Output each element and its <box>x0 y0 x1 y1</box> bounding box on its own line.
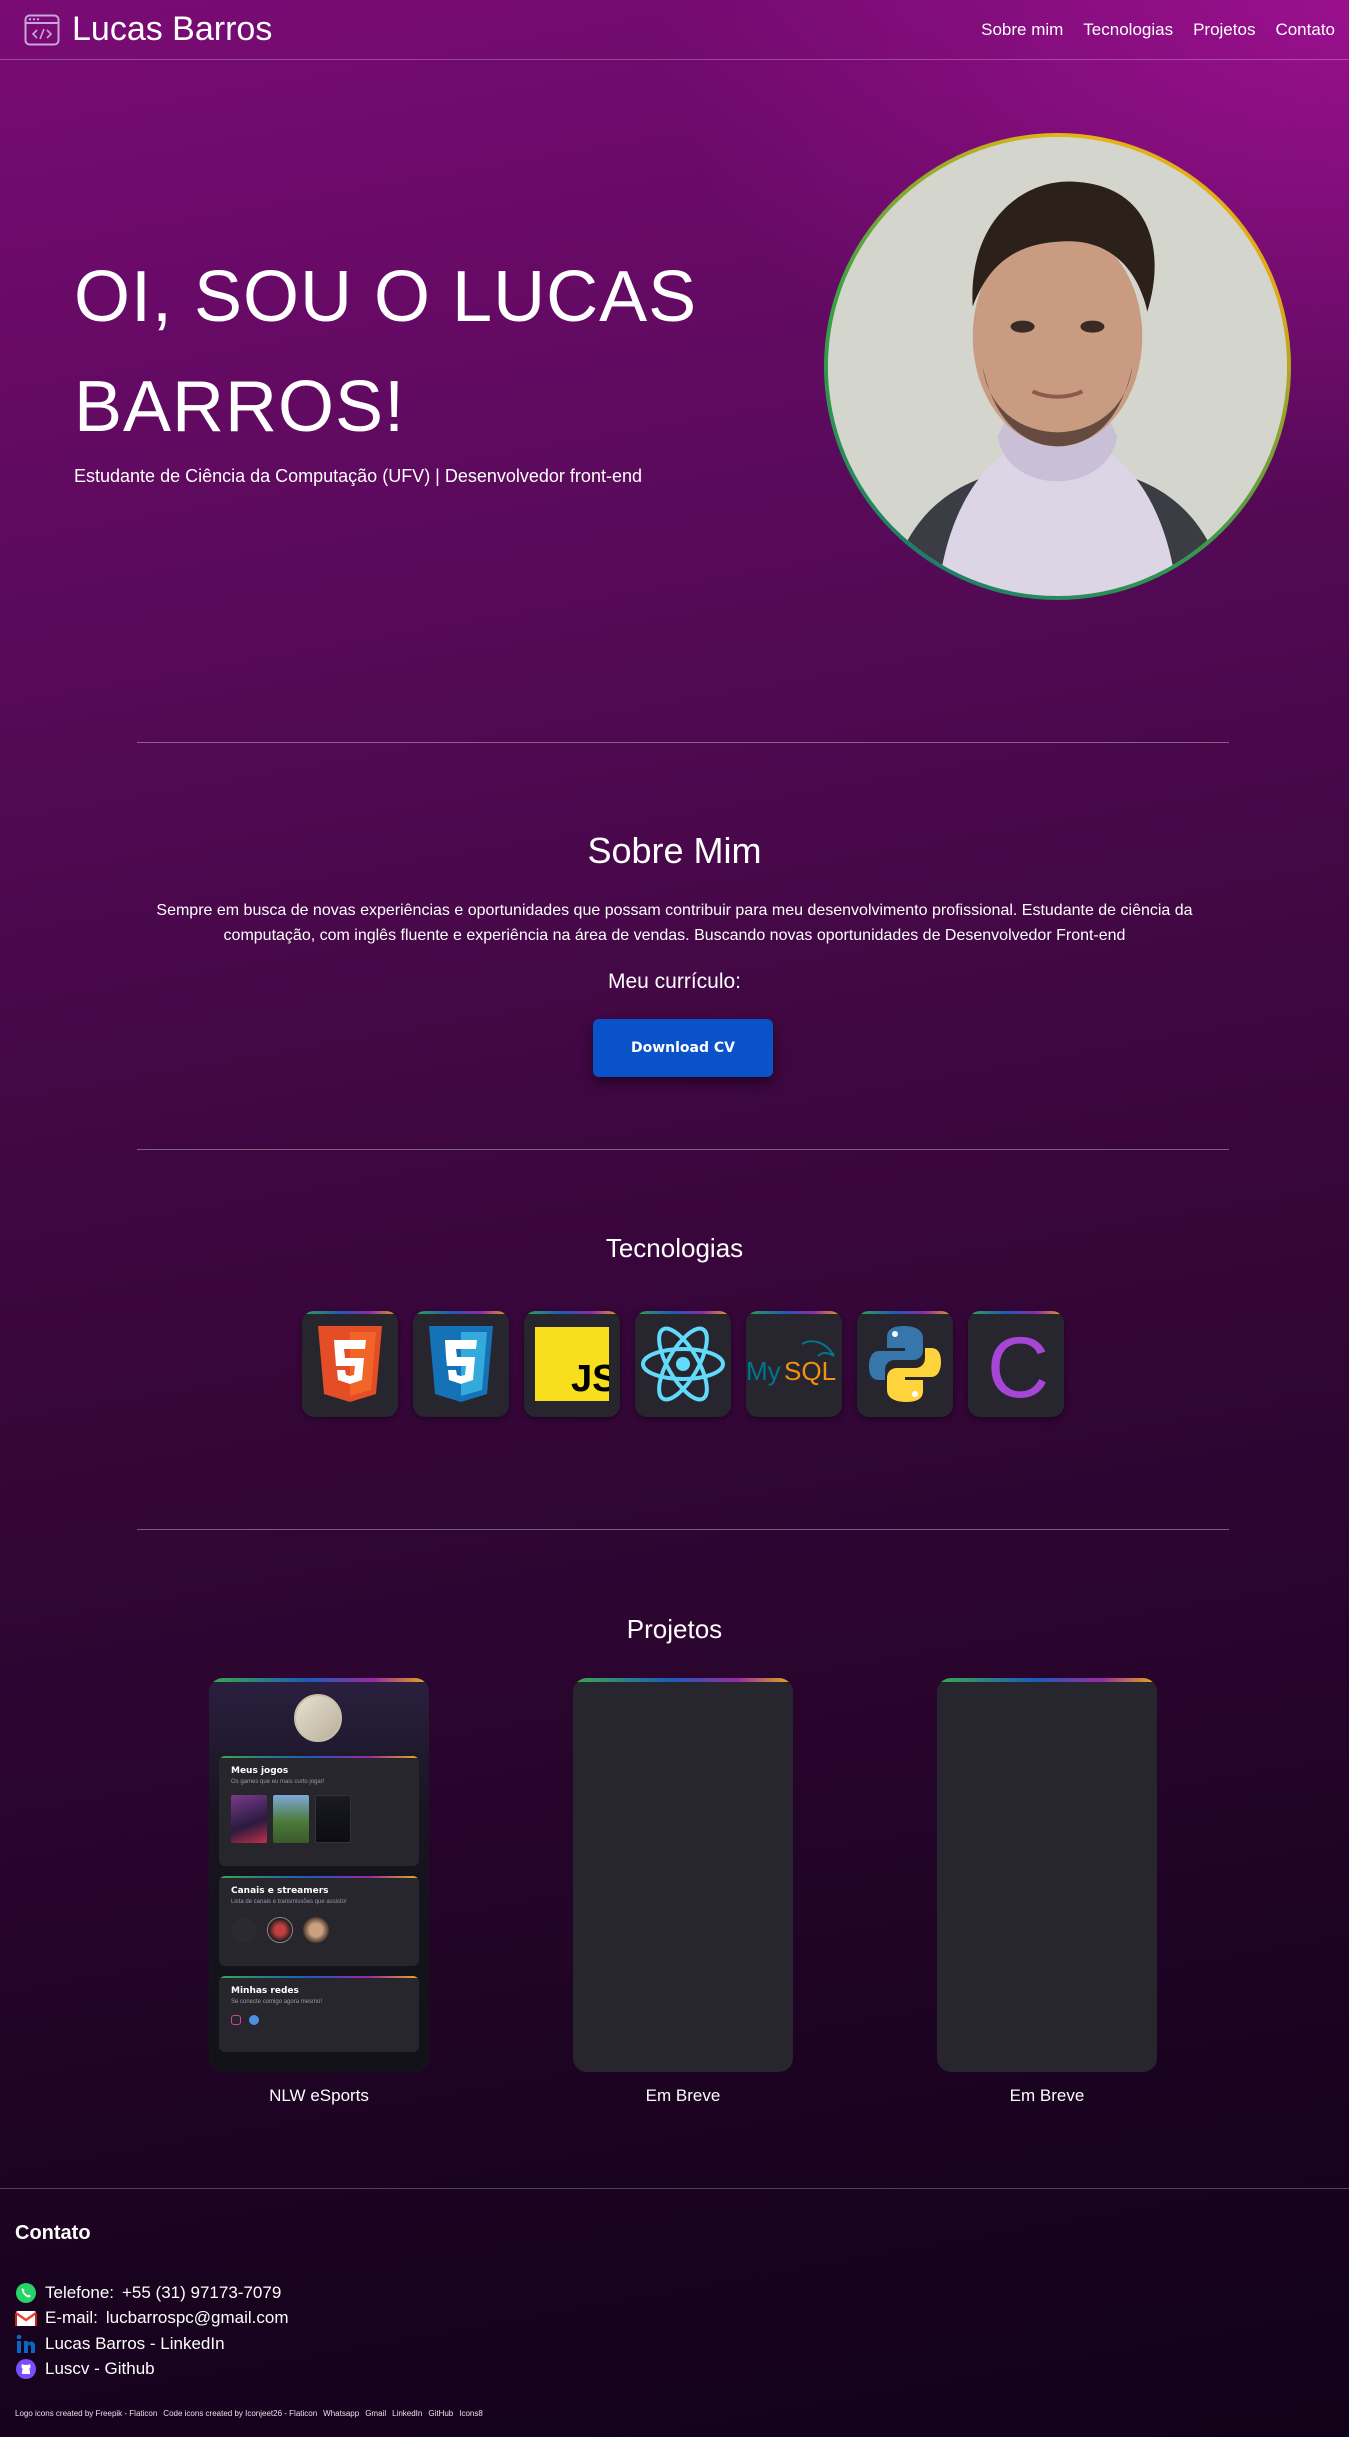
preview-games-subtitle: Os games que eu mais curto jogar! <box>231 1779 325 1785</box>
streamer-avatar <box>231 1917 257 1943</box>
section-divider <box>137 1149 1229 1150</box>
gmail-icon <box>15 2311 37 2327</box>
streamer-avatar <box>303 1917 329 1943</box>
tech-card-mysql: My SQL <box>746 1311 842 1417</box>
twitter-icon <box>249 2015 259 2025</box>
preview-streamers-box: Canais e streamers Lista de canais e tra… <box>219 1876 419 1966</box>
nav-link-projetos[interactable]: Projetos <box>1193 20 1255 40</box>
tech-card-python <box>857 1311 953 1417</box>
project-label: Em Breve <box>645 2086 721 2105</box>
contact-email[interactable]: E-mail: lucbarrospc@gmail.com <box>15 2306 289 2332</box>
technologies-list: JS My SQL C <box>302 1311 1064 1417</box>
preview-socials-title: Minhas redes <box>231 1986 299 1996</box>
credit-link[interactable]: Code icons created by Iconjeet26 - Flati… <box>163 2409 317 2418</box>
css3-icon <box>429 1326 493 1402</box>
tech-card-html5 <box>302 1311 398 1417</box>
contact-github[interactable]: Luscv - Github <box>15 2357 289 2383</box>
preview-streamers-subtitle: Lista de canais e transmissões que assis… <box>231 1899 347 1905</box>
about-text: Sempre em busca de novas experiências e … <box>156 902 1193 944</box>
streamer-avatar <box>267 1917 293 1943</box>
nav-link-tecnologias[interactable]: Tecnologias <box>1083 20 1173 40</box>
code-window-icon <box>24 14 60 45</box>
github-link[interactable]: Luscv - Github <box>45 2359 155 2379</box>
game-thumbnail <box>273 1795 309 1843</box>
hero-title: OI, SOU O LUCAS BARROS! <box>74 257 698 447</box>
preview-games-box: Meus jogos Os games que eu mais curto jo… <box>219 1756 419 1866</box>
cv-label: Meu currículo: <box>607 970 742 993</box>
c-language-icon: C <box>987 1321 1049 1407</box>
tech-card-react <box>635 1311 731 1417</box>
hero-subtitle: Estudante de Ciência da Computação (UFV)… <box>74 466 642 486</box>
github-icon <box>16 2359 36 2380</box>
download-cv-button[interactable]: Download CV <box>593 1019 773 1077</box>
profile-photo <box>824 133 1291 600</box>
tech-card-c: C <box>968 1311 1064 1417</box>
whatsapp-icon <box>16 2282 36 2303</box>
contact-list: Telefone: +55 (31) 97173-7079 E-mail: lu… <box>15 2280 289 2382</box>
nav-link-sobre-mim[interactable]: Sobre mim <box>981 20 1063 40</box>
email-value: lucbarrospc@gmail.com <box>105 2308 289 2328</box>
python-icon <box>869 1326 941 1402</box>
top-navbar: Lucas Barros Sobre mim Tecnologias Proje… <box>0 0 1349 60</box>
phone-value: +55 (31) 97173-7079 <box>122 2282 282 2302</box>
about-title: Sobre Mim <box>587 830 762 871</box>
preview-socials-subtitle: Se conecte comigo agora mesmo! <box>231 1999 323 2005</box>
mysql-icon-my: My <box>746 1356 781 1386</box>
credit-link[interactable]: Gmail <box>365 2409 386 2418</box>
contact-linkedin[interactable]: Lucas Barros - LinkedIn <box>15 2331 289 2357</box>
c-language-icon-text: C <box>987 1321 1049 1407</box>
mysql-icon-sql: SQL <box>784 1356 836 1386</box>
mysql-icon: My SQL <box>746 1340 836 1386</box>
project-preview-empty[interactable] <box>937 1678 1157 2072</box>
contact-phone[interactable]: Telefone: +55 (31) 97173-7079 <box>15 2280 289 2306</box>
instagram-icon <box>231 2015 241 2025</box>
linkedin-link[interactable]: Lucas Barros - LinkedIn <box>45 2334 225 2354</box>
project-card-coming-soon[interactable]: Em Breve <box>573 1678 793 2106</box>
brand-name: Lucas Barros <box>72 10 273 48</box>
tech-card-css3 <box>413 1311 509 1417</box>
preview-games-title: Meus jogos <box>231 1766 289 1776</box>
nav-link-contato[interactable]: Contato <box>1275 20 1335 40</box>
main-nav: Sobre mim Tecnologias Projetos Contato <box>981 20 1335 40</box>
game-thumbnail <box>231 1795 267 1843</box>
email-label: E-mail: <box>45 2308 98 2328</box>
project-label: Em Breve <box>1009 2086 1085 2105</box>
credit-link[interactable]: LinkedIn <box>392 2409 422 2418</box>
project-label: NLW eSports <box>269 2086 369 2105</box>
project-preview-empty[interactable] <box>573 1678 793 2072</box>
contact-title: Contato <box>15 2222 91 2244</box>
linkedin-icon <box>16 2334 35 2353</box>
phone-label: Telefone: <box>45 2282 114 2302</box>
game-thumbnail <box>315 1795 351 1843</box>
credit-link[interactable]: GitHub <box>428 2409 453 2418</box>
section-divider <box>137 742 1229 743</box>
credit-link[interactable]: Logo icons created by Freepik - Flaticon <box>15 2409 157 2418</box>
preview-streamers-title: Canais e streamers <box>231 1886 329 1896</box>
preview-socials-box: Minhas redes Se conecte comigo agora mes… <box>219 1976 419 2052</box>
project-card-nlw-esports[interactable]: Meus jogos Os games que eu mais curto jo… <box>209 1678 429 2106</box>
credit-link[interactable]: Icons8 <box>459 2409 483 2418</box>
technologies-title: Tecnologias <box>605 1233 744 1263</box>
html5-icon <box>318 1326 382 1402</box>
brand[interactable]: Lucas Barros <box>24 10 272 49</box>
preview-avatar <box>294 1694 342 1742</box>
profile-photo-portrait <box>828 137 1287 596</box>
javascript-icon-text: JS <box>571 1358 609 1400</box>
javascript-icon: JS <box>535 1327 609 1401</box>
tech-card-javascript: JS <box>524 1311 620 1417</box>
section-divider <box>137 1529 1229 1530</box>
projects-title: Projetos <box>626 1614 723 1644</box>
footer-credits: Logo icons created by Freepik - Flaticon… <box>15 2409 483 2418</box>
project-card-coming-soon[interactable]: Em Breve <box>937 1678 1157 2106</box>
credit-link[interactable]: Whatsapp <box>323 2409 359 2418</box>
react-icon <box>641 1326 725 1402</box>
footer-divider <box>0 2188 1349 2189</box>
project-preview[interactable]: Meus jogos Os games que eu mais curto jo… <box>209 1678 429 2072</box>
